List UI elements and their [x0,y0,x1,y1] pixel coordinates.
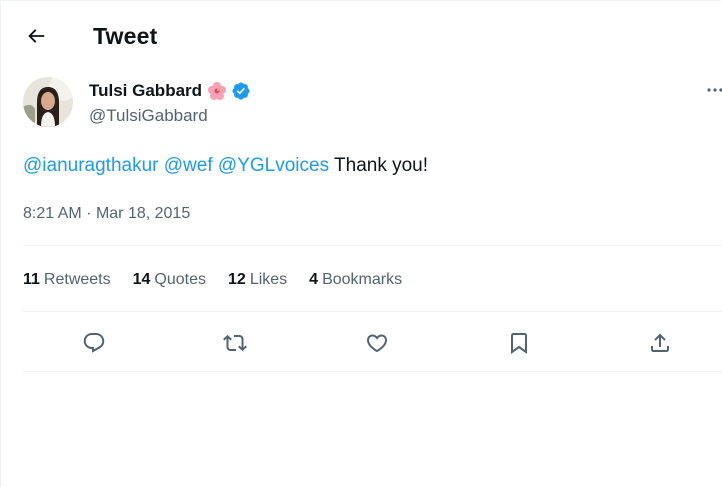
author-handle[interactable]: @TulsiGabbard [89,105,208,127]
like-button[interactable] [363,329,391,357]
stat-count: 11 [23,271,40,288]
tweet-time[interactable]: 8:21 AM [23,205,82,222]
author-display-name[interactable]: Tulsi Gabbard [89,80,202,102]
verified-badge-icon[interactable] [231,81,251,101]
page-title: Tweet [93,23,158,49]
bookmark-icon [511,333,527,354]
stat-likes[interactable]: 12 Likes [228,269,287,291]
divider [23,371,722,372]
divider [23,245,722,246]
tweet-text: @ianuragthakur @wef @YGLvoices Thank you… [23,153,428,179]
stat-count: 12 [228,271,246,288]
arrow-left-icon [28,29,45,43]
stat-label: Quotes [154,271,207,288]
reply-icon [83,333,105,353]
author-name-row: Tulsi Gabbard [89,79,251,103]
retweet-button[interactable] [221,329,249,357]
avatar[interactable] [23,77,73,127]
timestamp-separator: · [86,205,92,222]
stat-quotes[interactable]: 14 Quotes [133,269,206,291]
heart-icon [366,334,388,353]
stat-label: Bookmarks [322,271,403,288]
tweet-page: Tweet Tulsi Gabbard @TulsiGabbard @ianur… [0,0,722,487]
tweet-actions-bar [1,329,721,357]
divider [23,311,722,312]
tweet-date[interactable]: Mar 18, 2015 [96,205,190,222]
mention-link[interactable]: @YGLvoices [218,155,329,176]
share-button[interactable] [646,329,674,357]
reply-button[interactable] [80,329,108,357]
tweet-stats: 11 Retweets 14 Quotes 12 Likes 4 Bookmarks [23,269,424,291]
page-header: Tweet [1,1,721,71]
retweet-icon [223,334,247,352]
stat-count: 14 [132,271,151,288]
stat-retweets[interactable]: 11 Retweets [23,269,111,291]
mention-link[interactable]: @ianuragthakur [23,155,158,176]
more-dots-icon [707,88,722,92]
stat-label: Retweets [43,271,111,288]
tweet-body-text: Thank you! [334,155,429,176]
mention-link[interactable]: @wef [164,155,213,176]
stat-label: Likes [249,271,288,288]
tweet-timestamp: 8:21 AM · Mar 18, 2015 [23,203,190,225]
hibiscus-flower-icon [207,81,227,101]
back-button[interactable] [19,21,53,51]
stat-bookmarks[interactable]: 4 Bookmarks [309,269,402,291]
stat-count: 4 [309,271,319,288]
share-icon [651,333,669,352]
bookmark-button[interactable] [505,329,533,357]
more-options-button[interactable] [705,81,722,99]
